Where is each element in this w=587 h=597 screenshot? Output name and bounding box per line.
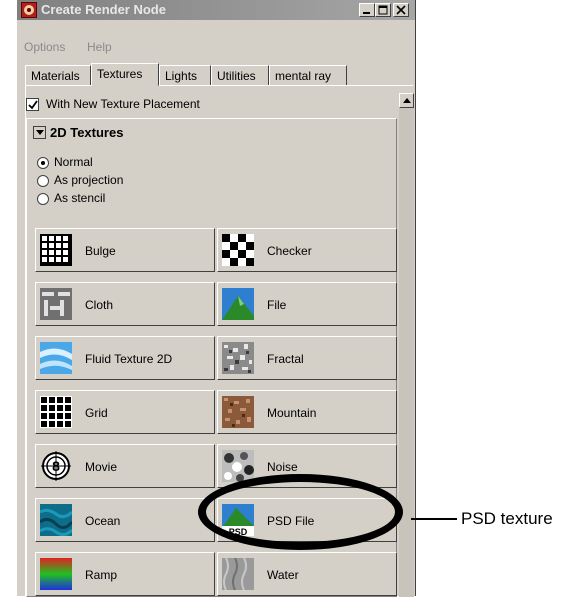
texture-label: Grid <box>85 406 108 420</box>
minimize-icon[interactable] <box>359 3 375 17</box>
noise-texture-icon <box>222 450 254 482</box>
radio-selected-dot <box>41 161 45 165</box>
texture-button-mountain[interactable]: Mountain <box>217 390 397 434</box>
section-title: 2D Textures <box>50 125 124 140</box>
bulge-texture-icon <box>40 234 72 266</box>
textures-panel: With New Texture Placement 2D Textures N… <box>25 85 414 597</box>
fluid-texture-icon <box>40 342 72 374</box>
tab-lights[interactable]: Lights <box>159 65 211 86</box>
scroll-up-arrow-icon[interactable] <box>399 93 414 108</box>
new-texture-placement-label: With New Texture Placement <box>46 97 200 111</box>
tab-mental-ray[interactable]: mental ray <box>269 65 347 86</box>
texture-label: Noise <box>267 460 298 474</box>
checker-texture-icon <box>222 234 254 266</box>
texture-button-psd-file[interactable]: PSD PSD File <box>217 498 397 542</box>
window-title: Create Render Node <box>41 2 166 17</box>
texture-button-noise[interactable]: Noise <box>217 444 397 488</box>
texture-label: Fluid Texture 2D <box>85 352 173 366</box>
radio-as-stencil-label: As stencil <box>54 191 106 205</box>
water-texture-icon <box>222 558 254 590</box>
texture-button-movie[interactable]: 8 Movie <box>35 444 215 488</box>
vertical-scrollbar[interactable] <box>399 93 414 597</box>
file-texture-icon <box>222 288 254 320</box>
ocean-texture-icon <box>40 504 72 536</box>
callout-label: PSD texture <box>461 509 553 528</box>
radio-as-projection[interactable] <box>37 175 49 187</box>
psd-file-texture-icon: PSD <box>222 504 254 536</box>
texture-button-fractal[interactable]: Fractal <box>217 336 397 380</box>
ramp-texture-icon <box>40 558 72 590</box>
texture-label: Fractal <box>267 352 304 366</box>
texture-label: Ocean <box>85 514 121 528</box>
texture-button-fluid-texture-2d[interactable]: Fluid Texture 2D <box>35 336 215 380</box>
tab-textures[interactable]: Textures <box>91 63 159 86</box>
radio-normal-label: Normal <box>54 155 93 169</box>
texture-label: Cloth <box>85 298 114 312</box>
texture-button-ocean[interactable]: Ocean <box>35 498 215 542</box>
texture-label: Water <box>267 568 299 582</box>
texture-button-cloth[interactable]: Cloth <box>35 282 215 326</box>
tab-materials[interactable]: Materials <box>25 65 91 86</box>
texture-label: Bulge <box>85 244 116 258</box>
texture-label: Ramp <box>85 568 118 582</box>
grid-texture-icon <box>40 396 72 428</box>
tab-bar: Materials Textures Lights Utilities ment… <box>25 63 413 86</box>
create-render-node-window: Create Render Node Options Help Material… <box>16 0 416 597</box>
movie-texture-icon: 8 <box>40 450 72 482</box>
texture-label: Movie <box>85 460 118 474</box>
collapse-arrow-icon[interactable] <box>33 126 46 139</box>
radio-normal[interactable] <box>37 157 49 169</box>
radio-as-projection-label: As projection <box>54 173 124 187</box>
callout-leader-line <box>411 518 457 520</box>
texture-button-ramp[interactable]: Ramp <box>35 552 215 596</box>
texture-button-file[interactable]: File <box>217 282 397 326</box>
radio-as-stencil[interactable] <box>37 193 49 205</box>
menu-options[interactable]: Options <box>24 40 65 54</box>
texture-button-bulge[interactable]: Bulge <box>35 228 215 272</box>
menu-help[interactable]: Help <box>87 40 112 54</box>
texture-label: Checker <box>267 244 312 258</box>
texture-label: Mountain <box>267 406 317 420</box>
maximize-icon[interactable] <box>375 3 391 17</box>
psd-icon-text: PSD <box>229 527 248 536</box>
texture-label: File <box>267 298 287 312</box>
texture-button-checker[interactable]: Checker <box>217 228 397 272</box>
2d-textures-section: 2D Textures Normal As projection As sten… <box>26 118 397 597</box>
close-icon[interactable] <box>393 3 409 17</box>
texture-label: PSD File <box>267 514 315 528</box>
maya-app-icon <box>21 2 37 18</box>
new-texture-placement-checkbox[interactable] <box>26 98 39 111</box>
texture-button-water[interactable]: Water <box>217 552 397 596</box>
tab-utilities[interactable]: Utilities <box>211 65 269 86</box>
svg-text:8: 8 <box>52 458 60 474</box>
texture-button-grid[interactable]: Grid <box>35 390 215 434</box>
mountain-texture-icon <box>222 396 254 428</box>
title-bar[interactable]: Create Render Node <box>17 0 415 20</box>
cloth-texture-icon <box>40 288 72 320</box>
fractal-texture-icon <box>222 342 254 374</box>
menu-bar: Options Help <box>17 21 415 54</box>
